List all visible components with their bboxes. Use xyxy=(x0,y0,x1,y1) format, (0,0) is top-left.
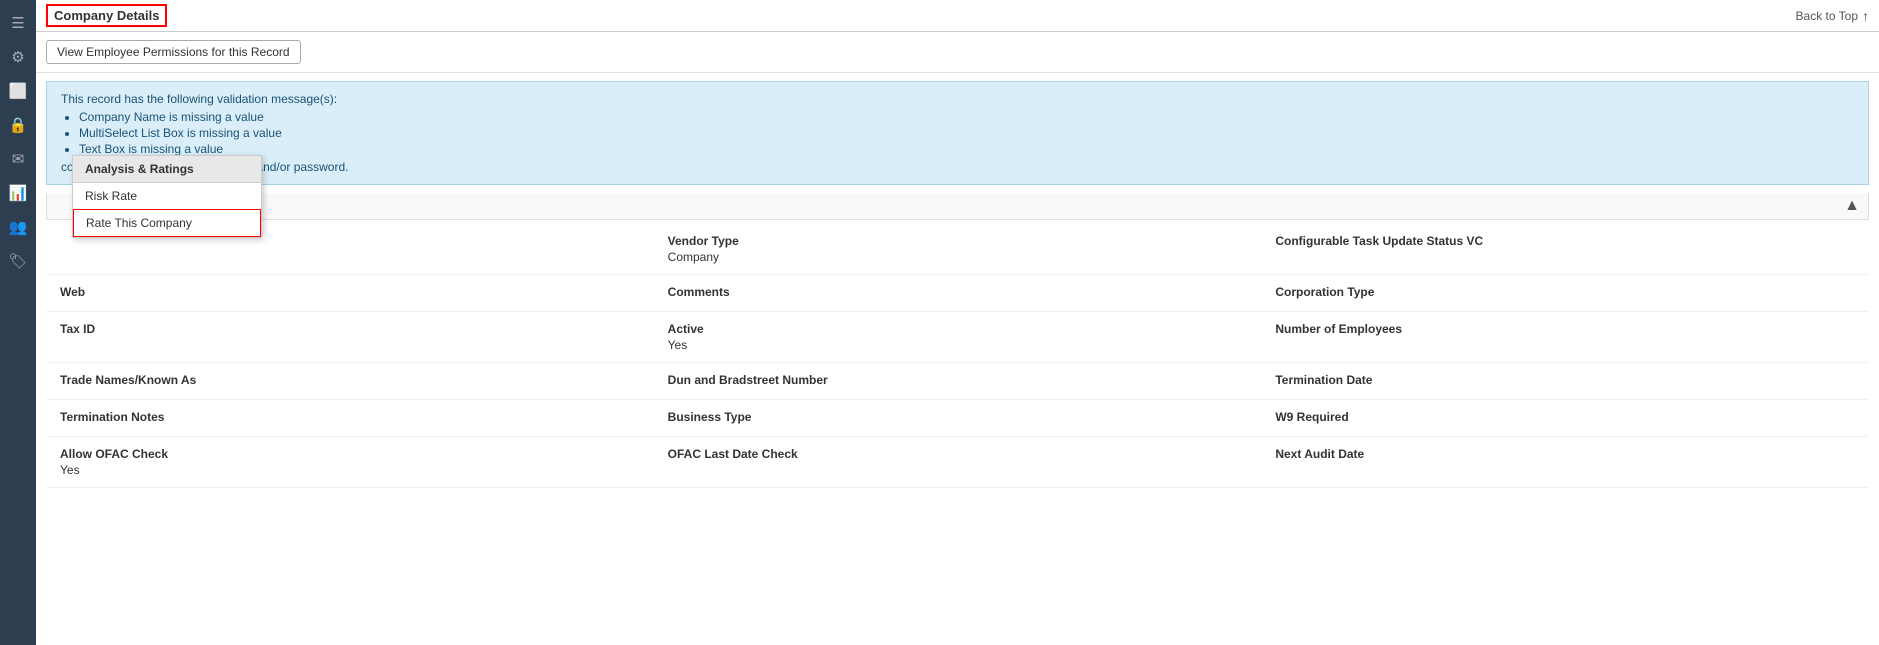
field-cell-w9: W9 Required xyxy=(1261,400,1869,437)
business-type-label: Business Type xyxy=(668,410,1248,424)
sidebar: ☰ ⚙ ⬜ 🔒 ✉ 📊 👥 🏷 xyxy=(0,0,36,645)
risk-rate-item[interactable]: Risk Rate xyxy=(73,183,261,209)
main-content: Company Details Back to Top View Employe… xyxy=(36,0,1879,645)
field-cell-dun: Dun and Bradstreet Number xyxy=(654,363,1262,400)
field-cell-active: Active Yes xyxy=(654,312,1262,363)
active-label: Active xyxy=(668,322,1248,336)
validation-header: This record has the following validation… xyxy=(61,92,1854,106)
tax-id-label: Tax ID xyxy=(60,322,640,336)
field-cell-config-task: Configurable Task Update Status VC xyxy=(1261,224,1869,275)
ofac-check-value: Yes xyxy=(60,463,640,477)
people-icon[interactable]: 👥 xyxy=(3,212,33,242)
field-cell-comments: Comments xyxy=(654,275,1262,312)
field-cell-tax-id: Tax ID xyxy=(46,312,654,363)
validation-item: Company Name is missing a value xyxy=(79,110,1854,124)
analysis-ratings-menu: Analysis & Ratings Risk Rate Rate This C… xyxy=(72,155,262,238)
field-cell-business-type: Business Type xyxy=(654,400,1262,437)
section-bar: ▲ xyxy=(46,193,1869,220)
corp-type-label: Corporation Type xyxy=(1275,285,1855,299)
vendor-type-label: Vendor Type xyxy=(668,234,1248,248)
collapse-arrow[interactable]: ▲ xyxy=(1844,197,1860,215)
rate-this-company-item[interactable]: Rate This Company xyxy=(73,209,261,237)
document-icon[interactable]: ⬜ xyxy=(3,76,33,106)
comments-label: Comments xyxy=(668,285,1248,299)
active-value: Yes xyxy=(668,338,1248,352)
num-employees-label: Number of Employees xyxy=(1275,322,1855,336)
ofac-date-label: OFAC Last Date Check xyxy=(668,447,1248,461)
audit-date-label: Next Audit Date xyxy=(1275,447,1855,461)
field-cell-trade-names: Trade Names/Known As xyxy=(46,363,654,400)
field-cell-term-notes: Termination Notes xyxy=(46,400,654,437)
settings-icon[interactable]: ⚙ xyxy=(3,42,33,72)
field-cell-termination-date: Termination Date xyxy=(1261,363,1869,400)
lock-icon[interactable]: 🔒 xyxy=(3,110,33,140)
page-title: Company Details xyxy=(46,4,167,27)
field-cell-vendor-type: Vendor Type Company xyxy=(654,224,1262,275)
content-area: ▲ Vendor Type Company Configurable Task … xyxy=(36,193,1879,645)
termination-date-label: Termination Date xyxy=(1275,373,1855,387)
mail-icon[interactable]: ✉ xyxy=(3,144,33,174)
header: Company Details Back to Top xyxy=(36,0,1879,32)
vendor-type-value: Company xyxy=(668,250,1248,264)
field-cell-ofac-date: OFAC Last Date Check xyxy=(654,437,1262,488)
field-cell-corp-type: Corporation Type xyxy=(1261,275,1869,312)
dropdown-section-header: Analysis & Ratings xyxy=(73,156,261,183)
validation-item: Text Box is missing a value xyxy=(79,142,1854,156)
web-label: Web xyxy=(60,285,640,299)
field-cell-audit-date: Next Audit Date xyxy=(1261,437,1869,488)
validation-item: MultiSelect List Box is missing a value xyxy=(79,126,1854,140)
validation-note: contact(s) missing email, username, and/… xyxy=(61,160,1854,174)
back-to-top-button[interactable]: Back to Top xyxy=(1796,8,1869,24)
validation-list: Company Name is missing a value MultiSel… xyxy=(79,110,1854,156)
term-notes-label: Termination Notes xyxy=(60,410,640,424)
field-cell-ofac-check: Allow OFAC Check Yes xyxy=(46,437,654,488)
toolbar: View Employee Permissions for this Recor… xyxy=(36,32,1879,73)
fields-grid: Vendor Type Company Configurable Task Up… xyxy=(46,224,1869,488)
field-cell-web: Web xyxy=(46,275,654,312)
trade-names-label: Trade Names/Known As xyxy=(60,373,640,387)
menu-icon[interactable]: ☰ xyxy=(3,8,33,38)
dun-label: Dun and Bradstreet Number xyxy=(668,373,1248,387)
permissions-button[interactable]: View Employee Permissions for this Recor… xyxy=(46,40,301,64)
ofac-check-label: Allow OFAC Check xyxy=(60,447,640,461)
chart-icon[interactable]: 📊 xyxy=(3,178,33,208)
field-cell-num-employees: Number of Employees xyxy=(1261,312,1869,363)
w9-label: W9 Required xyxy=(1275,410,1855,424)
validation-box: This record has the following validation… xyxy=(46,81,1869,185)
tag-icon[interactable]: 🏷 xyxy=(3,246,33,276)
config-task-label: Configurable Task Update Status VC xyxy=(1275,234,1855,248)
dropdown-overlay: Analysis & Ratings Risk Rate Rate This C… xyxy=(72,155,262,238)
